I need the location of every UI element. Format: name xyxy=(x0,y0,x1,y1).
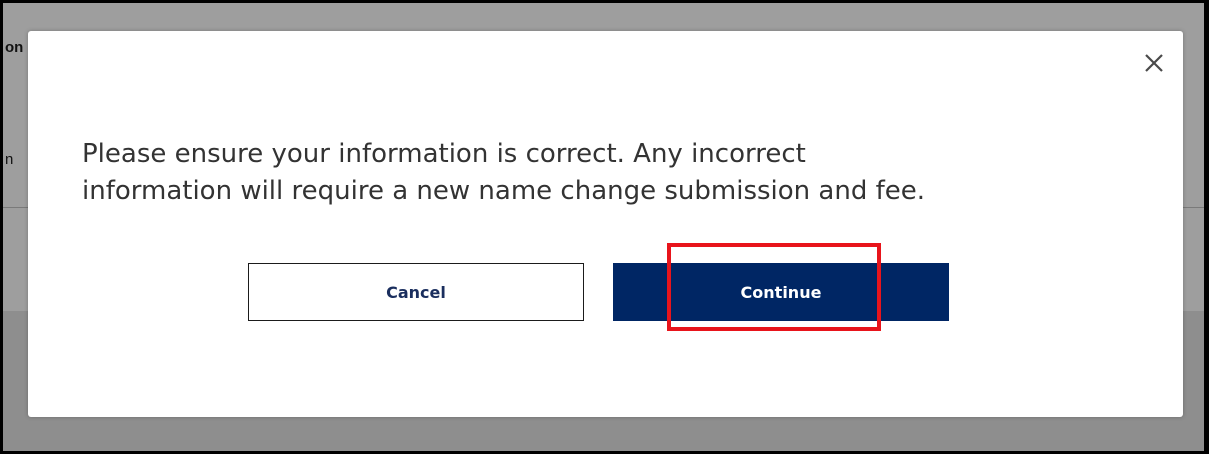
modal-message-line-2: information will require a new name chan… xyxy=(82,176,926,206)
close-icon xyxy=(1145,54,1163,72)
close-button[interactable] xyxy=(1136,45,1172,81)
modal-message: Please ensure your information is correc… xyxy=(82,136,1152,210)
modal-message-line-1: Please ensure your information is correc… xyxy=(82,139,806,169)
continue-button[interactable]: Continue xyxy=(613,263,949,321)
cancel-button[interactable]: Cancel xyxy=(248,263,584,321)
confirmation-modal: Please ensure your information is correc… xyxy=(28,31,1183,417)
